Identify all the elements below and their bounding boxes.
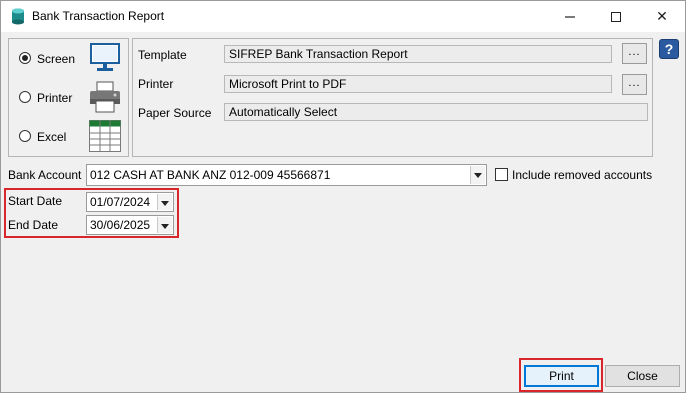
screen-label: Screen [37,52,76,66]
bank-account-value: 012 CASH AT BANK ANZ 012-009 45566871 [90,168,331,182]
printer-icon [90,81,120,113]
chevron-down-icon[interactable] [470,166,485,184]
printer-browse-button[interactable]: ... [622,74,647,95]
print-button-highlight [519,358,603,392]
title-bar: Bank Transaction Report ✕ [1,1,685,32]
excel-label: Excel [37,130,67,144]
close-window-button[interactable]: ✕ [639,1,685,32]
help-button[interactable]: ? [659,39,679,59]
maximize-icon [611,11,621,22]
template-label: Template [138,48,187,62]
printer-radio[interactable] [19,91,31,103]
include-removed-label: Include removed accounts [512,168,653,182]
printer-label: Printer [138,77,174,91]
close-icon: ✕ [656,8,668,24]
paper-source-label: Paper Source [138,106,212,120]
close-button[interactable]: Close [605,365,680,387]
minimize-button[interactable] [547,1,593,32]
excel-radio[interactable] [19,130,31,142]
spreadsheet-icon [89,120,121,152]
printer-option-label: Printer [37,91,73,105]
screen-radio[interactable] [19,52,31,64]
include-removed-checkbox[interactable] [495,168,508,181]
monitor-icon [90,43,120,71]
bank-account-label: Bank Account [8,168,82,182]
maximize-button[interactable] [593,1,639,32]
minimize-icon [565,15,575,18]
help-icon: ? [664,41,674,57]
bank-account-select[interactable]: 012 CASH AT BANK ANZ 012-009 45566871 [86,164,487,186]
window-title: Bank Transaction Report [32,9,165,23]
template-browse-button[interactable]: ... [622,43,647,64]
paper-source-field[interactable]: Automatically Select [224,103,648,121]
template-field[interactable]: SIFREP Bank Transaction Report [224,45,612,63]
dialog-window: Bank Transaction Report ✕ Screen Printer… [0,0,686,393]
printer-field[interactable]: Microsoft Print to PDF [224,75,612,93]
app-icon [12,8,24,25]
date-range-highlight [4,188,179,238]
